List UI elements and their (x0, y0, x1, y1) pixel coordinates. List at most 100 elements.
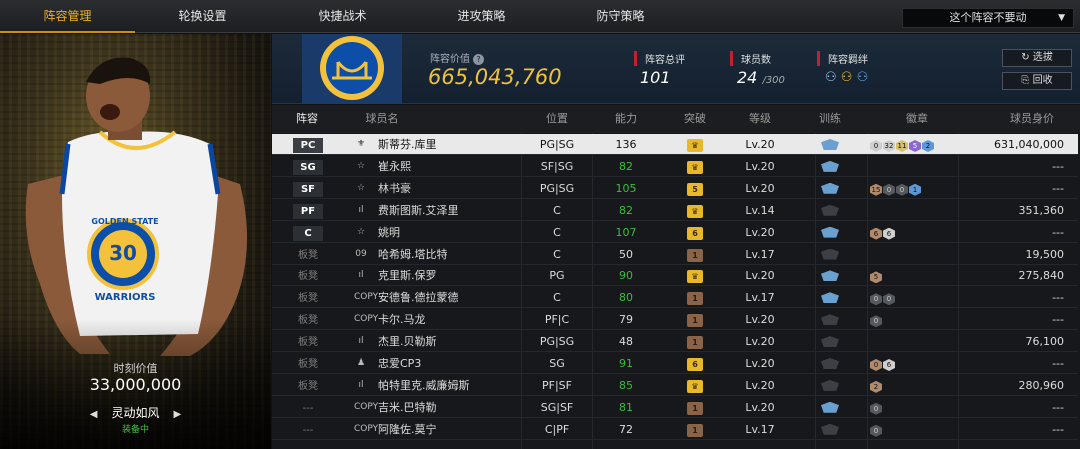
card-type-icon: ☆ (356, 182, 366, 193)
slot-badge: C (293, 225, 323, 241)
player-hero-card[interactable]: GOLDEN STATE 30 WARRIORS 时刻价值 33,000,000… (0, 34, 271, 449)
card-type-icon: ıl (358, 379, 364, 390)
header-training[interactable]: 训练 (812, 105, 848, 133)
player-price: --- (1052, 291, 1064, 305)
header-price[interactable]: 球员身价 (992, 105, 1072, 133)
player-level: Lv.20 (745, 378, 775, 392)
table-row[interactable]: 板凳 ıl 杰里.贝勒斯 PG|SG 48 1 Lv.20 76,100 (272, 331, 1078, 353)
player-name: 姚明 (378, 225, 400, 239)
bond-people-icon: ⚇ (825, 70, 837, 85)
rating-label: 阵容总评 (634, 51, 685, 66)
player-position: PG (549, 269, 565, 283)
badges-cell: 06 (870, 353, 970, 374)
header-ability[interactable]: 能力 (597, 105, 655, 133)
tab-offense-strategy[interactable]: 进攻策略 (414, 0, 549, 33)
table-row[interactable]: 板凳 ıl 克里斯.保罗 PG 90 ♛ Lv.20 5 275,840 (272, 265, 1078, 287)
training-cell (818, 222, 842, 243)
player-price: 275,840 (1018, 269, 1065, 283)
bond-icons[interactable]: ⚇ ⚇ ⚇ (825, 70, 868, 85)
player-position: C (553, 247, 561, 261)
player-ability: 136 (615, 138, 637, 151)
breakthrough-cell: 5 (680, 178, 710, 199)
tab-rotation-settings[interactable]: 轮换设置 (135, 0, 270, 33)
player-ability: 79 (619, 313, 633, 327)
player-name: 忠爱CP3 (378, 357, 422, 370)
header-badges[interactable]: 徽章 (887, 105, 947, 133)
select-button[interactable]: ↻ 选拔 (1002, 49, 1072, 67)
player-price: 76,100 (1025, 335, 1065, 349)
player-level: Lv.20 (745, 138, 775, 151)
player-position: PG|SG (539, 335, 575, 349)
player-position: PG|SG (539, 181, 575, 195)
table-row[interactable]: --- COPY 吉米.巴特勒 SG|SF 81 1 Lv.20 0 --- (272, 397, 1078, 418)
header-level[interactable]: 等级 (732, 105, 788, 133)
breakthrough-badge: 6 (687, 226, 703, 240)
table-row[interactable]: 板凳 COPY 卡尔.马龙 PF|C 79 1 Lv.20 0 --- (272, 309, 1078, 331)
player-ability: 91 (619, 357, 633, 370)
training-icon (821, 336, 839, 348)
chevron-right-icon[interactable]: ▶ (174, 409, 182, 420)
slot-badge: SG (293, 159, 323, 175)
breakthrough-badge: 1 (687, 401, 703, 415)
player-position: C (553, 203, 561, 217)
badge-icon: 0 (870, 359, 882, 371)
chevron-left-icon[interactable]: ◀ (90, 409, 98, 420)
badges-cell: 0 32 11 5 2 (870, 134, 970, 155)
card-type-icon: COPY (354, 423, 379, 434)
header-breakthrough[interactable]: 突破 (672, 105, 718, 133)
training-icon (821, 204, 839, 216)
header-slot[interactable]: 阵容 (282, 105, 332, 133)
player-level: Lv.20 (745, 181, 775, 195)
header-position[interactable]: 位置 (522, 105, 592, 133)
tab-defense-strategy[interactable]: 防守策略 (553, 0, 688, 33)
table-row[interactable]: 板凳 COPY 安德鲁.德拉蒙德 C 80 1 Lv.17 00 --- (272, 287, 1078, 309)
training-cell (818, 331, 842, 352)
table-row[interactable]: 板凳 ♟ 忠爱CP3 SG 91 6 Lv.20 06 --- (272, 353, 1078, 374)
badges-cell: 0 (870, 397, 970, 418)
slot-cell: --- (290, 419, 326, 440)
player-portrait (25, 57, 248, 356)
player-level: Lv.17 (745, 422, 775, 436)
table-row[interactable]: SF ☆ 林书豪 PG|SG 105 5 Lv.20 15 0 0 1 --- (272, 178, 1078, 199)
badges-cell: 2 (870, 375, 970, 396)
badges-cell (870, 331, 970, 352)
player-ability: 72 (619, 422, 633, 436)
tab-lineup-management[interactable]: 阵容管理 (0, 0, 135, 33)
slot-cell: 板凳 (290, 244, 326, 265)
top-tab-bar: 阵容管理 轮换设置 快捷战术 进攻策略 防守策略 这个阵容不要动 ▼ (0, 0, 1080, 33)
badges-cell: 66 (870, 222, 970, 243)
player-name: 杰里.贝勒斯 (378, 335, 437, 349)
player-ability: 80 (619, 291, 633, 305)
players-count: 24 /300 (737, 68, 785, 87)
training-cell (818, 419, 842, 440)
breakthrough-cell: ♛ (680, 375, 710, 396)
table-row[interactable]: 板凳 ıl 帕特里克.威廉姆斯 PF|SF 85 ♛ Lv.20 2 280,9… (272, 375, 1078, 396)
player-price: --- (1052, 400, 1064, 414)
card-type-icon: COPY (354, 314, 379, 325)
breakthrough-cell: 1 (680, 244, 710, 265)
badges-cell: 0 (870, 419, 970, 440)
help-icon[interactable]: ? (473, 54, 484, 65)
table-row[interactable]: --- COPY 阿隆佐.莫宁 C|PF 72 1 Lv.17 0 --- (272, 419, 1078, 440)
bond-label: 阵容羁绊 (817, 51, 868, 66)
chevron-down-icon: ▼ (1058, 13, 1065, 23)
table-row[interactable]: PF ıl 费斯图斯.艾泽里 C 82 ♛ Lv.14 351,360 (272, 200, 1078, 221)
training-icon (821, 248, 839, 260)
table-row[interactable]: 板凳 09 哈希姆.塔比特 C 50 1 Lv.17 19,500 (272, 244, 1078, 265)
header-name[interactable]: 球员名 (352, 105, 412, 133)
tab-quick-tactics[interactable]: 快捷战术 (275, 0, 410, 33)
slot-cell: SG (290, 156, 326, 177)
training-cell (818, 287, 842, 308)
table-row[interactable]: PC ⚜ 斯蒂芬.库里 PG|SG 136 ♛ Lv.20 0 32 11 5 2 63… (272, 134, 1078, 155)
slot-label: 板凳 (298, 337, 318, 349)
recycle-button[interactable]: ⎘ 回收 (1002, 72, 1072, 90)
slot-label: 板凳 (298, 249, 318, 261)
lineup-dropdown[interactable]: 这个阵容不要动 ▼ (902, 8, 1074, 28)
badge-icon: 0 (870, 140, 882, 152)
table-row[interactable]: SG ☆ 崔永熙 SF|SG 82 ♛ Lv.20 --- (272, 156, 1078, 177)
table-row[interactable]: C ☆ 姚明 C 107 6 Lv.20 66 --- (272, 222, 1078, 243)
slot-label: 板凳 (298, 315, 318, 327)
player-level: Lv.14 (745, 203, 775, 217)
player-price: --- (1052, 225, 1064, 239)
player-price: 631,040,000 (994, 138, 1064, 151)
